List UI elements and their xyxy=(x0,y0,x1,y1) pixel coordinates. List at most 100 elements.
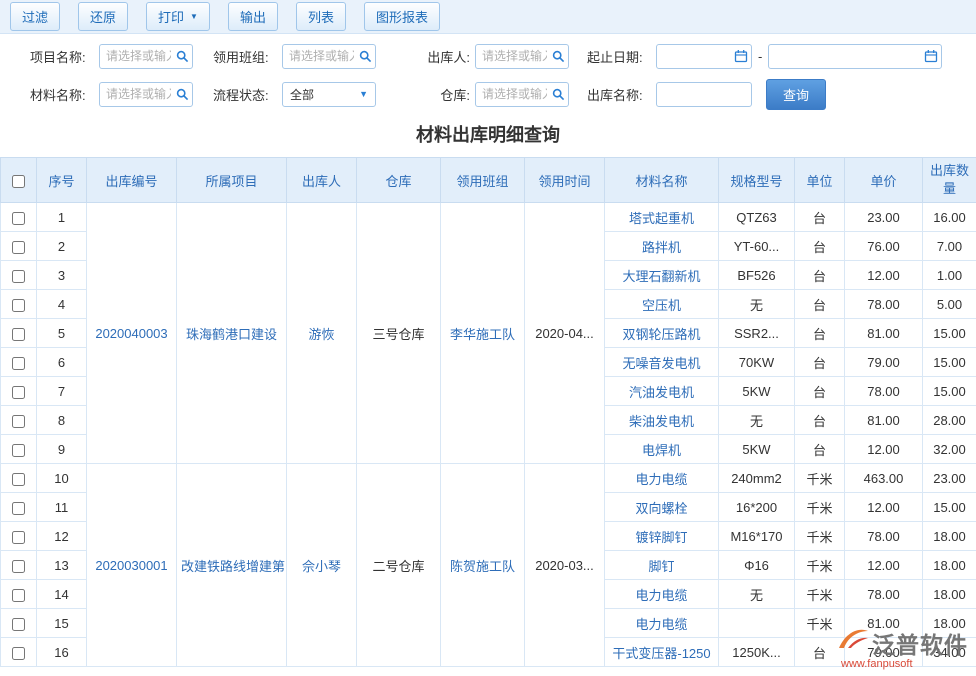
filter-date-range: 起止日期: - xyxy=(587,44,942,69)
material-name-link[interactable]: 镀锌脚钉 xyxy=(605,522,719,551)
outbound-qty: 16.00 xyxy=(923,203,976,232)
row-select-cell xyxy=(1,348,37,377)
spec-model: 5KW xyxy=(719,435,795,464)
material-name-link[interactable]: 汽油发电机 xyxy=(605,377,719,406)
unit-price: 81.00 xyxy=(845,406,923,435)
outbound-detail-table: 序号 出库编号 所属项目 出库人 仓库 领用班组 领用时间 材料名称 规格型号 … xyxy=(0,157,976,667)
material-name-link[interactable]: 双钢轮压路机 xyxy=(605,319,719,348)
unit-price: 78.00 xyxy=(845,377,923,406)
outbound-no-link[interactable]: 2020040003 xyxy=(87,203,177,464)
issuer-name-link[interactable]: 佘小琴 xyxy=(287,464,357,667)
row-select-cell xyxy=(1,638,37,667)
spec-model: 240mm2 xyxy=(719,464,795,493)
material-name-link[interactable]: 电力电缆 xyxy=(605,580,719,609)
col-header-project: 所属项目 xyxy=(177,158,287,203)
export-button[interactable]: 输出 xyxy=(228,2,278,31)
list-view-button[interactable]: 列表 xyxy=(296,2,346,31)
row-checkbox[interactable] xyxy=(12,299,25,312)
calendar-icon[interactable] xyxy=(921,45,941,68)
project-name-field xyxy=(99,44,193,69)
team-name-link[interactable]: 陈贺施工队 xyxy=(441,464,525,667)
warehouse-field xyxy=(475,82,569,107)
material-name-link[interactable]: 电力电缆 xyxy=(605,609,719,638)
team-label: 领用班组: xyxy=(213,47,277,66)
material-name-link[interactable]: 干式变压器-1250 xyxy=(605,638,719,667)
col-header-price: 单价 xyxy=(845,158,923,203)
row-select-cell xyxy=(1,203,37,232)
unit: 台 xyxy=(795,203,845,232)
row-checkbox[interactable] xyxy=(12,560,25,573)
flow-status-label: 流程状态: xyxy=(213,85,277,104)
filter-team: 领用班组: xyxy=(213,44,376,69)
date-range-label: 起止日期: xyxy=(587,47,651,66)
query-button[interactable]: 查询 xyxy=(766,79,826,110)
row-checkbox[interactable] xyxy=(12,531,25,544)
search-icon[interactable] xyxy=(172,45,192,68)
spec-model: 无 xyxy=(719,580,795,609)
filter-material: 材料名称: xyxy=(30,82,193,107)
calendar-icon[interactable] xyxy=(731,45,751,68)
row-index: 12 xyxy=(37,522,87,551)
search-icon[interactable] xyxy=(548,83,568,106)
filter-panel: 项目名称: 领用班组: 出库人: xyxy=(0,34,976,114)
flow-status-select[interactable]: 全部 ▼ xyxy=(282,82,376,107)
row-checkbox[interactable] xyxy=(12,212,25,225)
row-checkbox[interactable] xyxy=(12,473,25,486)
date-end-field xyxy=(768,44,942,69)
material-name-link[interactable]: 电焊机 xyxy=(605,435,719,464)
unit: 千米 xyxy=(795,493,845,522)
filter-outbound-name: 出库名称: 查询 xyxy=(587,79,826,110)
restore-button[interactable]: 还原 xyxy=(78,2,128,31)
unit-price: 78.00 xyxy=(845,522,923,551)
material-name-link[interactable]: 塔式起重机 xyxy=(605,203,719,232)
export-button-label: 输出 xyxy=(240,7,266,26)
material-name-field xyxy=(99,82,193,107)
col-header-outbound-no: 出库编号 xyxy=(87,158,177,203)
row-index: 13 xyxy=(37,551,87,580)
row-checkbox[interactable] xyxy=(12,647,25,660)
row-checkbox[interactable] xyxy=(12,357,25,370)
list-view-button-label: 列表 xyxy=(308,7,334,26)
search-icon[interactable] xyxy=(355,45,375,68)
issuer-name-link[interactable]: 游恢 xyxy=(287,203,357,464)
row-checkbox[interactable] xyxy=(12,328,25,341)
material-name-link[interactable]: 脚钉 xyxy=(605,551,719,580)
row-checkbox[interactable] xyxy=(12,618,25,631)
outbound-name-input[interactable] xyxy=(656,82,752,107)
unit-price: 12.00 xyxy=(845,493,923,522)
issue-time: 2020-04... xyxy=(525,203,605,464)
unit: 台 xyxy=(795,319,845,348)
material-name-link[interactable]: 柴油发电机 xyxy=(605,406,719,435)
material-name-link[interactable]: 双向螺栓 xyxy=(605,493,719,522)
outbound-no-link[interactable]: 2020030001 xyxy=(87,464,177,667)
row-index: 16 xyxy=(37,638,87,667)
material-name-link[interactable]: 大理石翻新机 xyxy=(605,261,719,290)
row-checkbox[interactable] xyxy=(12,270,25,283)
material-name-link[interactable]: 电力电缆 xyxy=(605,464,719,493)
date-end-input[interactable] xyxy=(768,44,942,69)
material-name-link[interactable]: 无噪音发电机 xyxy=(605,348,719,377)
select-all-checkbox[interactable] xyxy=(12,175,25,188)
filter-project: 项目名称: xyxy=(30,44,193,69)
team-name-link[interactable]: 李华施工队 xyxy=(441,203,525,464)
issuer-label: 出库人: xyxy=(420,47,470,66)
material-name-link[interactable]: 空压机 xyxy=(605,290,719,319)
row-index: 6 xyxy=(37,348,87,377)
project-name-link[interactable]: 珠海鹤港口建设 xyxy=(177,203,287,464)
row-checkbox[interactable] xyxy=(12,386,25,399)
row-checkbox[interactable] xyxy=(12,502,25,515)
unit: 千米 xyxy=(795,464,845,493)
filter-warehouse: 仓库: xyxy=(420,82,569,107)
unit: 千米 xyxy=(795,551,845,580)
search-icon[interactable] xyxy=(172,83,192,106)
material-name-link[interactable]: 路拌机 xyxy=(605,232,719,261)
filter-button[interactable]: 过滤 xyxy=(10,2,60,31)
row-checkbox[interactable] xyxy=(12,444,25,457)
row-checkbox[interactable] xyxy=(12,415,25,428)
search-icon[interactable] xyxy=(548,45,568,68)
graph-report-button[interactable]: 图形报表 xyxy=(364,2,440,31)
print-button[interactable]: 打印▼ xyxy=(146,2,210,31)
project-name-link[interactable]: 改建铁路线增建第 xyxy=(177,464,287,667)
row-checkbox[interactable] xyxy=(12,589,25,602)
row-checkbox[interactable] xyxy=(12,241,25,254)
